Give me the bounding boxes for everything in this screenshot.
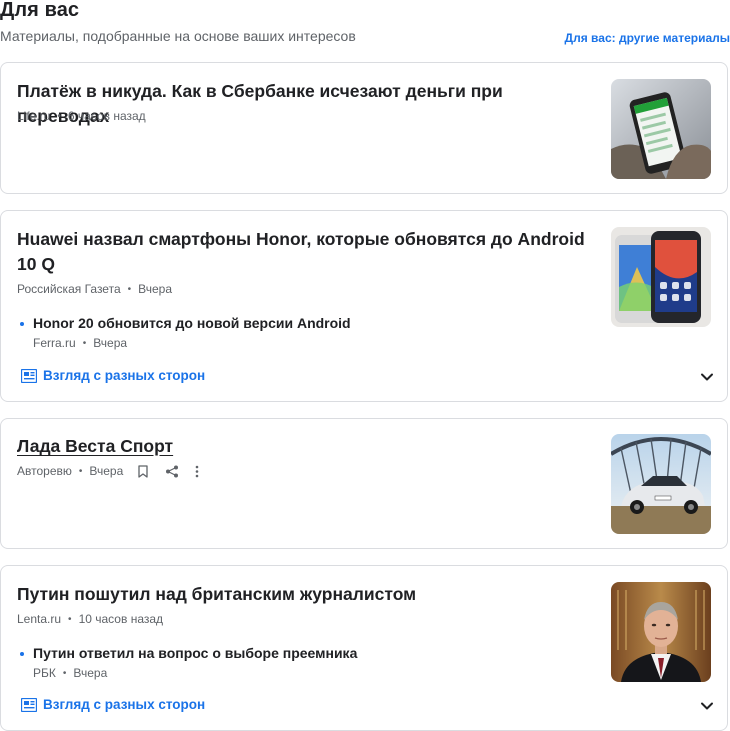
full-coverage-label: Взгляд с разных сторон <box>43 368 206 383</box>
card-title[interactable]: Huawei назвал смартфоны Honor, которые о… <box>17 227 597 277</box>
card-thumbnail[interactable] <box>611 227 711 327</box>
publish-time: 10 часов назад <box>78 612 164 626</box>
more-options-icon[interactable] <box>195 465 199 478</box>
card-meta: Life.ru • 6 часов назад <box>17 109 146 123</box>
source-name[interactable]: Российская Газета <box>17 282 121 296</box>
news-card: Лада Веста Спорт Авторевю • Вчера <box>0 418 728 549</box>
meta-separator: • <box>62 667 67 679</box>
related-story: Honor 20 обновится до новой версии Andro… <box>17 313 577 350</box>
publish-time: Вчера <box>138 282 173 296</box>
related-story-meta: Ferra.ru • Вчера <box>17 336 577 350</box>
card-thumbnail[interactable] <box>611 434 711 534</box>
related-story-meta: РБК • Вчера <box>17 666 577 680</box>
related-story-title[interactable]: Путин ответил на вопрос о выборе преемни… <box>17 643 577 663</box>
news-card: Путин пошутил над британским журналистом… <box>0 565 728 731</box>
card-thumbnail[interactable] <box>611 582 711 682</box>
source-name[interactable]: Lenta.ru <box>17 612 61 626</box>
related-story-title[interactable]: Honor 20 обновится до новой версии Andro… <box>17 313 577 333</box>
lada-car-on-bridge-photo <box>611 434 711 534</box>
section-title: Для вас <box>0 0 80 21</box>
meta-separator: • <box>78 465 83 477</box>
card-meta: Российская Газета • Вчера <box>17 282 172 296</box>
section-subtitle: Материалы, подобранные на основе ваших и… <box>0 28 356 44</box>
card-title[interactable]: Лада Веста Спорт <box>17 434 597 459</box>
more-for-you-link[interactable]: Для вас: другие материалы <box>565 31 730 45</box>
putin-portrait-photo <box>611 582 711 682</box>
source-name[interactable]: Life.ru <box>17 109 50 123</box>
card-meta: Lenta.ru • 10 часов назад <box>17 612 163 626</box>
meta-separator: • <box>82 337 87 349</box>
publish-time: Вчера <box>89 464 124 478</box>
share-icon[interactable] <box>165 465 179 478</box>
section-header: Для вас Материалы, подобранные на основе… <box>0 0 730 56</box>
chevron-down-icon[interactable] <box>697 696 717 716</box>
full-coverage-icon <box>21 368 37 383</box>
publish-time: 6 часов назад <box>67 109 146 123</box>
source-name[interactable]: РБК <box>33 666 56 680</box>
source-name[interactable]: Авторевю <box>17 464 72 478</box>
source-name[interactable]: Ferra.ru <box>33 336 76 350</box>
news-card: Платёж в никуда. Как в Сбербанке исчезаю… <box>0 62 728 194</box>
honor-smartphones-photo <box>611 227 711 327</box>
full-coverage-link[interactable]: Взгляд с разных сторон <box>21 368 205 383</box>
meta-separator: • <box>57 110 61 122</box>
full-coverage-icon <box>21 697 37 712</box>
chevron-down-icon[interactable] <box>697 367 717 387</box>
bookmark-icon[interactable] <box>137 464 149 478</box>
news-card: Huawei назвал смартфоны Honor, которые о… <box>0 210 728 402</box>
phone-banking-photo <box>611 79 711 179</box>
card-title[interactable]: Путин пошутил над британским журналистом <box>17 582 597 607</box>
publish-time: Вчера <box>73 666 108 680</box>
related-story: Путин ответил на вопрос о выборе преемни… <box>17 643 577 680</box>
full-coverage-link[interactable]: Взгляд с разных сторон <box>21 697 205 712</box>
full-coverage-label: Взгляд с разных сторон <box>43 697 206 712</box>
card-thumbnail[interactable] <box>611 79 711 179</box>
meta-separator: • <box>127 283 132 295</box>
meta-separator: • <box>68 613 72 625</box>
card-meta: Авторевю • Вчера <box>17 464 199 478</box>
publish-time: Вчера <box>93 336 128 350</box>
